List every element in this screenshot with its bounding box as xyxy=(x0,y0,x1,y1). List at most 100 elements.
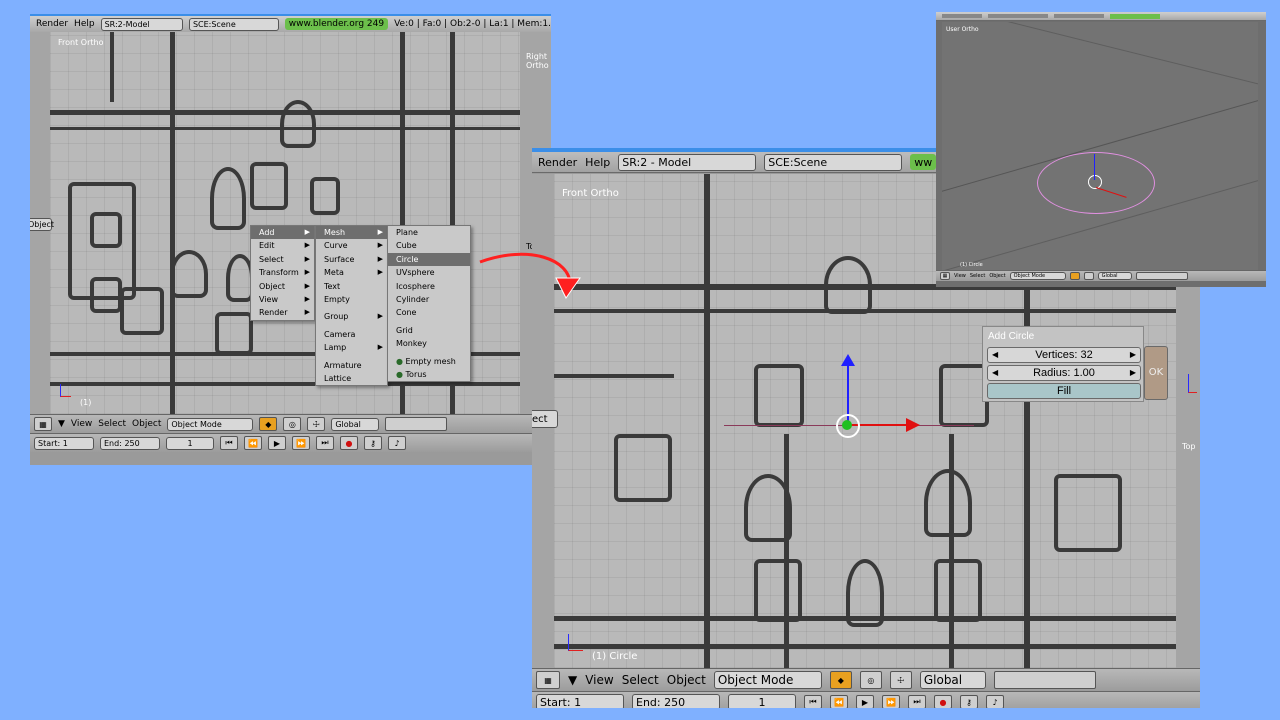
menu-item-surface[interactable]: Surface ▶ xyxy=(316,253,387,266)
pivot-icon[interactable] xyxy=(1083,272,1094,280)
menu-render[interactable]: Render xyxy=(538,156,577,169)
menu-view[interactable]: View xyxy=(585,673,613,687)
menu-view[interactable]: View xyxy=(71,419,92,429)
menu-item-empty[interactable]: Empty xyxy=(316,293,387,306)
menu-item-grid[interactable]: Grid xyxy=(388,324,470,337)
shading-icon[interactable]: ◆ xyxy=(259,417,278,431)
menu-item-curve[interactable]: Curve ▶ xyxy=(316,239,387,252)
jump-end-icon[interactable]: ⏭ xyxy=(316,436,334,450)
play-icon[interactable]: ▶ xyxy=(856,695,874,708)
current-frame-field[interactable]: 1 xyxy=(728,694,796,708)
decrement-arrow-icon[interactable]: ◀ xyxy=(992,366,998,380)
menu-help[interactable]: Help xyxy=(74,19,95,29)
menu-item-cube[interactable]: Cube xyxy=(388,239,470,252)
jump-start-icon[interactable]: ⏮ xyxy=(220,436,238,450)
record-icon[interactable]: ● xyxy=(934,695,952,708)
menu-item-add[interactable]: Add ▶ xyxy=(251,226,314,240)
menu-render[interactable]: Render xyxy=(36,19,68,29)
menu-item-torus[interactable]: ● Torus xyxy=(388,368,470,381)
menu-item-select[interactable]: Select ▶ xyxy=(251,253,314,266)
increment-arrow-icon[interactable]: ▶ xyxy=(1130,366,1136,380)
menu-item-uvsphere[interactable]: UVsphere xyxy=(388,266,470,279)
blender-url[interactable]: www.blender.org 249 xyxy=(284,18,389,30)
mode-selector[interactable]: Object Mode xyxy=(167,417,254,431)
radius-field[interactable]: ◀ Radius: 1.00 ▶ xyxy=(987,365,1141,381)
prev-key-icon[interactable]: ⏪ xyxy=(244,436,262,450)
side-object-button[interactable]: ect xyxy=(532,410,558,428)
menu-select[interactable]: Select xyxy=(622,673,659,687)
menu-item-meta[interactable]: Meta ▶ xyxy=(316,266,387,279)
layer-buttons[interactable] xyxy=(385,417,448,431)
mode-selector[interactable]: Object Mode xyxy=(1009,272,1066,280)
manipulator-icon[interactable]: ☩ xyxy=(889,671,912,689)
menu-item-lamp[interactable]: Lamp ▶ xyxy=(316,341,387,354)
shading-icon[interactable]: ◆ xyxy=(829,671,852,689)
menu-item-transform[interactable]: Transform ▶ xyxy=(251,266,314,279)
menu-select[interactable]: Select xyxy=(98,419,126,429)
menu-item-circle[interactable]: Circle xyxy=(388,252,470,267)
menu-item-object[interactable]: Object ▶ xyxy=(251,280,314,293)
start-frame-field[interactable]: Start: 1 xyxy=(34,436,94,450)
menu-item-text[interactable]: Text xyxy=(316,280,387,293)
menu-object[interactable]: Object xyxy=(132,419,161,429)
menu-item-cone[interactable]: Cone xyxy=(388,306,470,319)
menu-item-mesh[interactable]: Mesh ▶ xyxy=(316,226,387,240)
shading-icon[interactable] xyxy=(1069,272,1080,280)
jump-start-icon[interactable]: ⏮ xyxy=(804,695,822,708)
orientation-selector[interactable]: Global xyxy=(919,671,986,689)
menu-item-view[interactable]: View ▶ xyxy=(251,293,314,306)
increment-arrow-icon[interactable]: ▶ xyxy=(1130,348,1136,362)
menu-object[interactable]: Object xyxy=(667,673,706,687)
menu-help[interactable]: Help xyxy=(585,156,610,169)
ok-button[interactable]: OK xyxy=(1144,346,1168,400)
collapse-icon[interactable]: ▼ xyxy=(58,419,65,429)
menu-object[interactable]: Object xyxy=(989,273,1005,279)
orientation-selector[interactable]: Global xyxy=(1097,272,1132,280)
editor-type-icon[interactable]: ▦ xyxy=(34,417,52,431)
menu-item-monkey[interactable]: Monkey xyxy=(388,337,470,350)
collapse-icon[interactable]: ▼ xyxy=(568,673,577,687)
next-key-icon[interactable]: ⏩ xyxy=(882,695,900,708)
blender-url[interactable]: ww xyxy=(910,154,937,170)
manipulator-icon[interactable]: ☩ xyxy=(307,417,326,431)
current-frame-field[interactable]: 1 xyxy=(166,436,214,450)
menu-item-empty-mesh[interactable]: ● Empty mesh xyxy=(388,355,470,368)
play-icon[interactable]: ▶ xyxy=(268,436,286,450)
audio-icon[interactable]: ♪ xyxy=(986,695,1004,708)
menu-item-camera[interactable]: Camera xyxy=(316,328,387,341)
mode-selector[interactable]: Object Mode xyxy=(713,671,822,689)
layer-buttons[interactable] xyxy=(993,671,1096,689)
end-frame-field[interactable]: End: 250 xyxy=(632,694,720,708)
right-3d-viewport[interactable]: User Ortho (1) Circle xyxy=(942,22,1258,270)
keying-icon[interactable]: ⚷ xyxy=(960,695,978,708)
decrement-arrow-icon[interactable]: ◀ xyxy=(992,348,998,362)
end-frame-field[interactable]: End: 250 xyxy=(100,436,160,450)
scene-selector[interactable]: SCE:Scene xyxy=(188,17,279,31)
menu-select[interactable]: Select xyxy=(970,273,985,279)
next-key-icon[interactable]: ⏩ xyxy=(292,436,310,450)
scene-selector[interactable]: SCE:Scene xyxy=(764,153,903,171)
fill-toggle[interactable]: Fill xyxy=(987,383,1141,399)
menu-item-lattice[interactable]: Lattice xyxy=(316,372,387,385)
keying-icon[interactable]: ⚷ xyxy=(364,436,382,450)
start-frame-field[interactable]: Start: 1 xyxy=(536,694,624,708)
audio-icon[interactable]: ♪ xyxy=(388,436,406,450)
screen-selector[interactable]: SR:2 - Model xyxy=(618,153,757,171)
orientation-selector[interactable]: Global xyxy=(331,417,380,431)
menu-view[interactable]: View xyxy=(954,273,966,279)
menu-item-render[interactable]: Render ▶ xyxy=(251,306,314,319)
pivot-icon[interactable]: ◎ xyxy=(859,671,882,689)
screen-selector[interactable]: SR:2-Model xyxy=(100,17,183,31)
prev-key-icon[interactable]: ⏪ xyxy=(830,695,848,708)
menu-item-icosphere[interactable]: Icosphere xyxy=(388,280,470,293)
menu-item-cylinder[interactable]: Cylinder xyxy=(388,293,470,306)
pivot-icon[interactable]: ◎ xyxy=(283,417,302,431)
vertices-field[interactable]: ◀ Vertices: 32 ▶ xyxy=(987,347,1141,363)
editor-type-icon[interactable]: ▦ xyxy=(536,671,560,689)
menu-item-edit[interactable]: Edit ▶ xyxy=(251,239,314,252)
side-object-button[interactable]: Object xyxy=(30,218,54,231)
record-icon[interactable]: ● xyxy=(340,436,358,450)
menu-item-group[interactable]: Group ▶ xyxy=(316,310,387,323)
menu-item-plane[interactable]: Plane xyxy=(388,226,470,239)
layer-buttons[interactable] xyxy=(1135,272,1188,280)
